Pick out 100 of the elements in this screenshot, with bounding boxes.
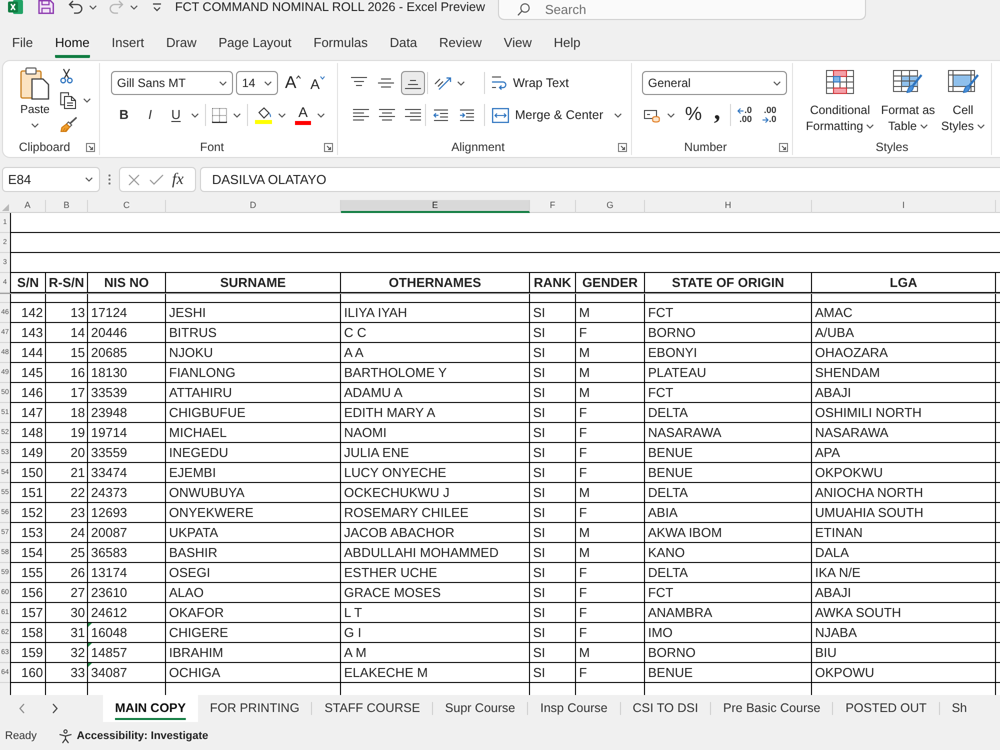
column-header[interactable]: F — [530, 200, 576, 213]
caret-down-icon — [320, 76, 325, 80]
chevron-down-icon[interactable] — [317, 112, 325, 118]
comma-style-button[interactable]: , — [714, 102, 720, 128]
column-header[interactable]: B — [46, 200, 88, 213]
chevron-left-icon[interactable] — [19, 703, 25, 714]
grow-font-button[interactable]: A — [285, 72, 302, 94]
decrease-decimal-button[interactable]: .00 .0 — [762, 106, 776, 124]
accessibility-button[interactable]: Accessibility: Investigate — [58, 728, 208, 744]
sheet-tab[interactable]: MAIN COPY — [103, 695, 198, 722]
table-cell: ROSEMARY CHILEE — [341, 503, 530, 523]
undo-icon[interactable] — [68, 0, 83, 14]
column-header[interactable]: E — [341, 200, 530, 213]
table-cell: 21 — [46, 463, 88, 483]
sheet-tab[interactable]: Sh — [940, 695, 979, 722]
menu-tab[interactable]: Data — [390, 31, 418, 58]
bold-button[interactable]: B — [114, 104, 134, 126]
sheet-tab[interactable]: Pre Basic Course — [711, 695, 832, 722]
table-cell: M — [576, 523, 645, 543]
insert-function-button[interactable]: fx — [172, 170, 184, 188]
angled-text-icon[interactable] — [433, 75, 453, 91]
shrink-font-button[interactable]: A — [310, 72, 325, 94]
chevron-down-icon[interactable] — [83, 98, 91, 103]
sheet-tab[interactable]: STAFF COURSE — [312, 695, 432, 722]
chevron-down-icon[interactable] — [89, 4, 97, 10]
merge-center-button[interactable]: Merge & Center — [492, 106, 604, 124]
sheet-tab[interactable]: POSTED OUT — [833, 695, 939, 722]
format-as-table-button[interactable]: Format as Table — [877, 63, 939, 134]
copy-icon[interactable] — [60, 92, 77, 109]
table-cell-text: 16048 — [90, 624, 128, 642]
table-cell: F — [576, 663, 645, 683]
dialog-launcher-icon[interactable] — [324, 142, 333, 152]
menu-tab[interactable]: Draw — [166, 31, 196, 58]
column-header[interactable]: A — [10, 200, 46, 213]
dialog-launcher-icon[interactable] — [618, 142, 627, 152]
banknote-icon[interactable] — [644, 108, 660, 122]
menu-tab[interactable]: View — [504, 31, 532, 58]
menu-tab[interactable]: Page Layout — [218, 31, 292, 58]
name-box[interactable]: E84 — [2, 167, 100, 192]
align-right-icon[interactable] — [404, 108, 422, 122]
sheet-tab[interactable]: Insp Course — [528, 695, 620, 722]
font-size-dropdown[interactable]: 14 — [236, 71, 278, 95]
chevron-down-icon[interactable] — [278, 112, 286, 118]
table-cell: SI — [530, 663, 576, 683]
chevron-down-icon[interactable] — [233, 112, 241, 118]
conditional-formatting-button[interactable]: Conditional Formatting — [804, 63, 876, 134]
chevron-down-icon[interactable] — [614, 112, 622, 118]
vertical-dots-icon[interactable] — [108, 174, 111, 185]
menu-tab[interactable]: Review — [439, 31, 482, 58]
underline-button[interactable]: U — [166, 104, 186, 126]
font-color-button[interactable]: A — [295, 105, 311, 125]
table-cell: OKPOKWU — [812, 463, 996, 483]
decrease-indent-icon[interactable] — [433, 108, 449, 122]
formula-input[interactable]: DASILVA OLATAYO — [200, 167, 1000, 192]
menu-tab[interactable]: Formulas — [314, 31, 368, 58]
sheet-tab[interactable]: CSI TO DSI — [620, 695, 710, 722]
table-cell: PLATEAU — [645, 363, 812, 383]
cross-icon[interactable] — [128, 174, 140, 186]
chevron-down-icon[interactable] — [191, 112, 199, 118]
table-cell: NJOKU — [166, 343, 341, 363]
table-cell: SI — [530, 363, 576, 383]
scissors-icon[interactable] — [60, 68, 73, 84]
table-cell: NAOMI — [341, 423, 530, 443]
italic-button[interactable]: I — [140, 104, 160, 126]
increase-decimal-button[interactable]: .0 .00 — [737, 106, 752, 124]
chevron-down-icon[interactable] — [130, 4, 138, 10]
table-cell: IKA N/E — [812, 563, 996, 583]
chevron-down-icon[interactable] — [667, 112, 675, 118]
chevron-down-icon[interactable] — [457, 80, 465, 86]
increase-indent-icon[interactable] — [459, 108, 475, 122]
menu-tab[interactable]: Help — [554, 31, 580, 58]
number-format-dropdown[interactable]: General — [642, 71, 787, 95]
percent-button[interactable]: % — [685, 104, 702, 126]
align-center-icon[interactable] — [378, 108, 396, 122]
table-cell: SI — [530, 543, 576, 563]
font-name-dropdown[interactable]: Gill Sans MT — [111, 71, 233, 95]
sheet-tab[interactable]: FOR PRINTING — [198, 695, 312, 722]
align-left-icon[interactable] — [352, 108, 370, 122]
check-icon[interactable] — [149, 174, 164, 185]
menu-tab[interactable]: File — [12, 31, 33, 58]
sheet-tab[interactable]: Supr Course — [433, 695, 528, 722]
paste-button[interactable]: Paste — [15, 67, 55, 133]
column-header[interactable]: G — [576, 200, 645, 213]
search-field[interactable]: Search — [498, 0, 866, 20]
dialog-launcher-icon[interactable] — [86, 142, 95, 152]
menu-tab[interactable]: Insert — [112, 31, 144, 58]
cell-styles-button[interactable]: Cell Styles — [939, 63, 987, 134]
dialog-launcher-icon[interactable] — [779, 142, 788, 152]
align-bottom-button[interactable] — [401, 71, 425, 95]
column-header[interactable]: H — [645, 200, 812, 213]
column-header[interactable]: I — [812, 200, 996, 213]
borders-icon[interactable] — [212, 108, 227, 122]
wrap-text-button[interactable]: Wrap Text — [491, 74, 569, 92]
save-icon[interactable] — [38, 0, 54, 14]
column-header[interactable]: C — [88, 200, 166, 213]
table-cell: SI — [530, 583, 576, 603]
paint-bucket-icon[interactable] — [255, 106, 272, 124]
customize-icon[interactable] — [152, 2, 162, 12]
chevron-right-icon[interactable] — [52, 703, 58, 714]
paintbrush-icon[interactable] — [60, 117, 77, 132]
